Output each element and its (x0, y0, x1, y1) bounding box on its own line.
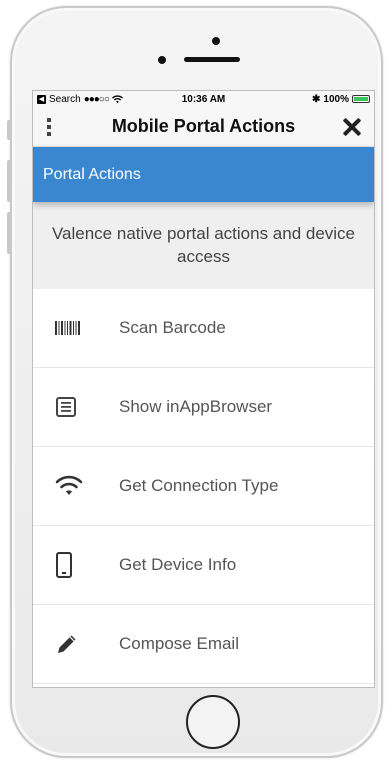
menu-icon[interactable] (47, 117, 67, 136)
page-title: Mobile Portal Actions (111, 116, 296, 136)
volume-up-button[interactable] (7, 160, 11, 202)
section-description: Valence native portal actions and device… (33, 202, 374, 289)
action-label: Compose Email (119, 634, 239, 653)
mute-switch[interactable] (7, 120, 11, 140)
phone-icon (55, 551, 95, 579)
front-camera (212, 37, 220, 45)
action-get-device-info[interactable]: Get Device Info (33, 526, 374, 605)
title-bar: Mobile Portal Actions (33, 107, 374, 147)
action-list: Scan Barcode Show inAppBrowser Get Conne… (33, 289, 374, 684)
back-app-label[interactable]: Search (49, 94, 81, 105)
battery-icon (352, 95, 370, 103)
battery-percent: 100% (323, 93, 349, 105)
wifi-icon (55, 472, 95, 500)
device-screen: ◀ Search ●●●○○ 10:36 AM ✱ 100% Mobile Po… (32, 90, 375, 688)
action-scan-barcode[interactable]: Scan Barcode (33, 289, 374, 368)
section-title: Portal Actions (43, 165, 141, 183)
status-bar: ◀ Search ●●●○○ 10:36 AM ✱ 100% (33, 91, 374, 107)
document-icon (55, 393, 95, 421)
status-left: ◀ Search ●●●○○ (37, 94, 123, 105)
action-get-connection-type[interactable]: Get Connection Type (33, 447, 374, 526)
status-right: ✱ 100% (312, 94, 370, 105)
back-to-app-icon[interactable]: ◀ (37, 94, 46, 104)
wifi-status-icon (111, 95, 123, 103)
action-label: Get Connection Type (119, 476, 279, 495)
action-label: Show inAppBrowser (119, 397, 273, 416)
volume-down-button[interactable] (7, 212, 11, 254)
action-show-inappbrowser[interactable]: Show inAppBrowser (33, 368, 374, 447)
earpiece-speaker (184, 57, 240, 62)
section-header: Portal Actions (33, 147, 374, 202)
action-label: Get Device Info (119, 555, 237, 574)
action-compose-email[interactable]: Compose Email (33, 605, 374, 684)
bluetooth-icon: ✱ (312, 93, 321, 105)
action-label: Scan Barcode (119, 318, 226, 337)
home-button[interactable] (186, 695, 240, 749)
proximity-sensor (158, 56, 166, 64)
barcode-icon (55, 314, 95, 342)
signal-strength: ●●●○○ (83, 93, 110, 105)
close-icon[interactable] (340, 115, 364, 139)
pencil-icon (55, 630, 95, 658)
